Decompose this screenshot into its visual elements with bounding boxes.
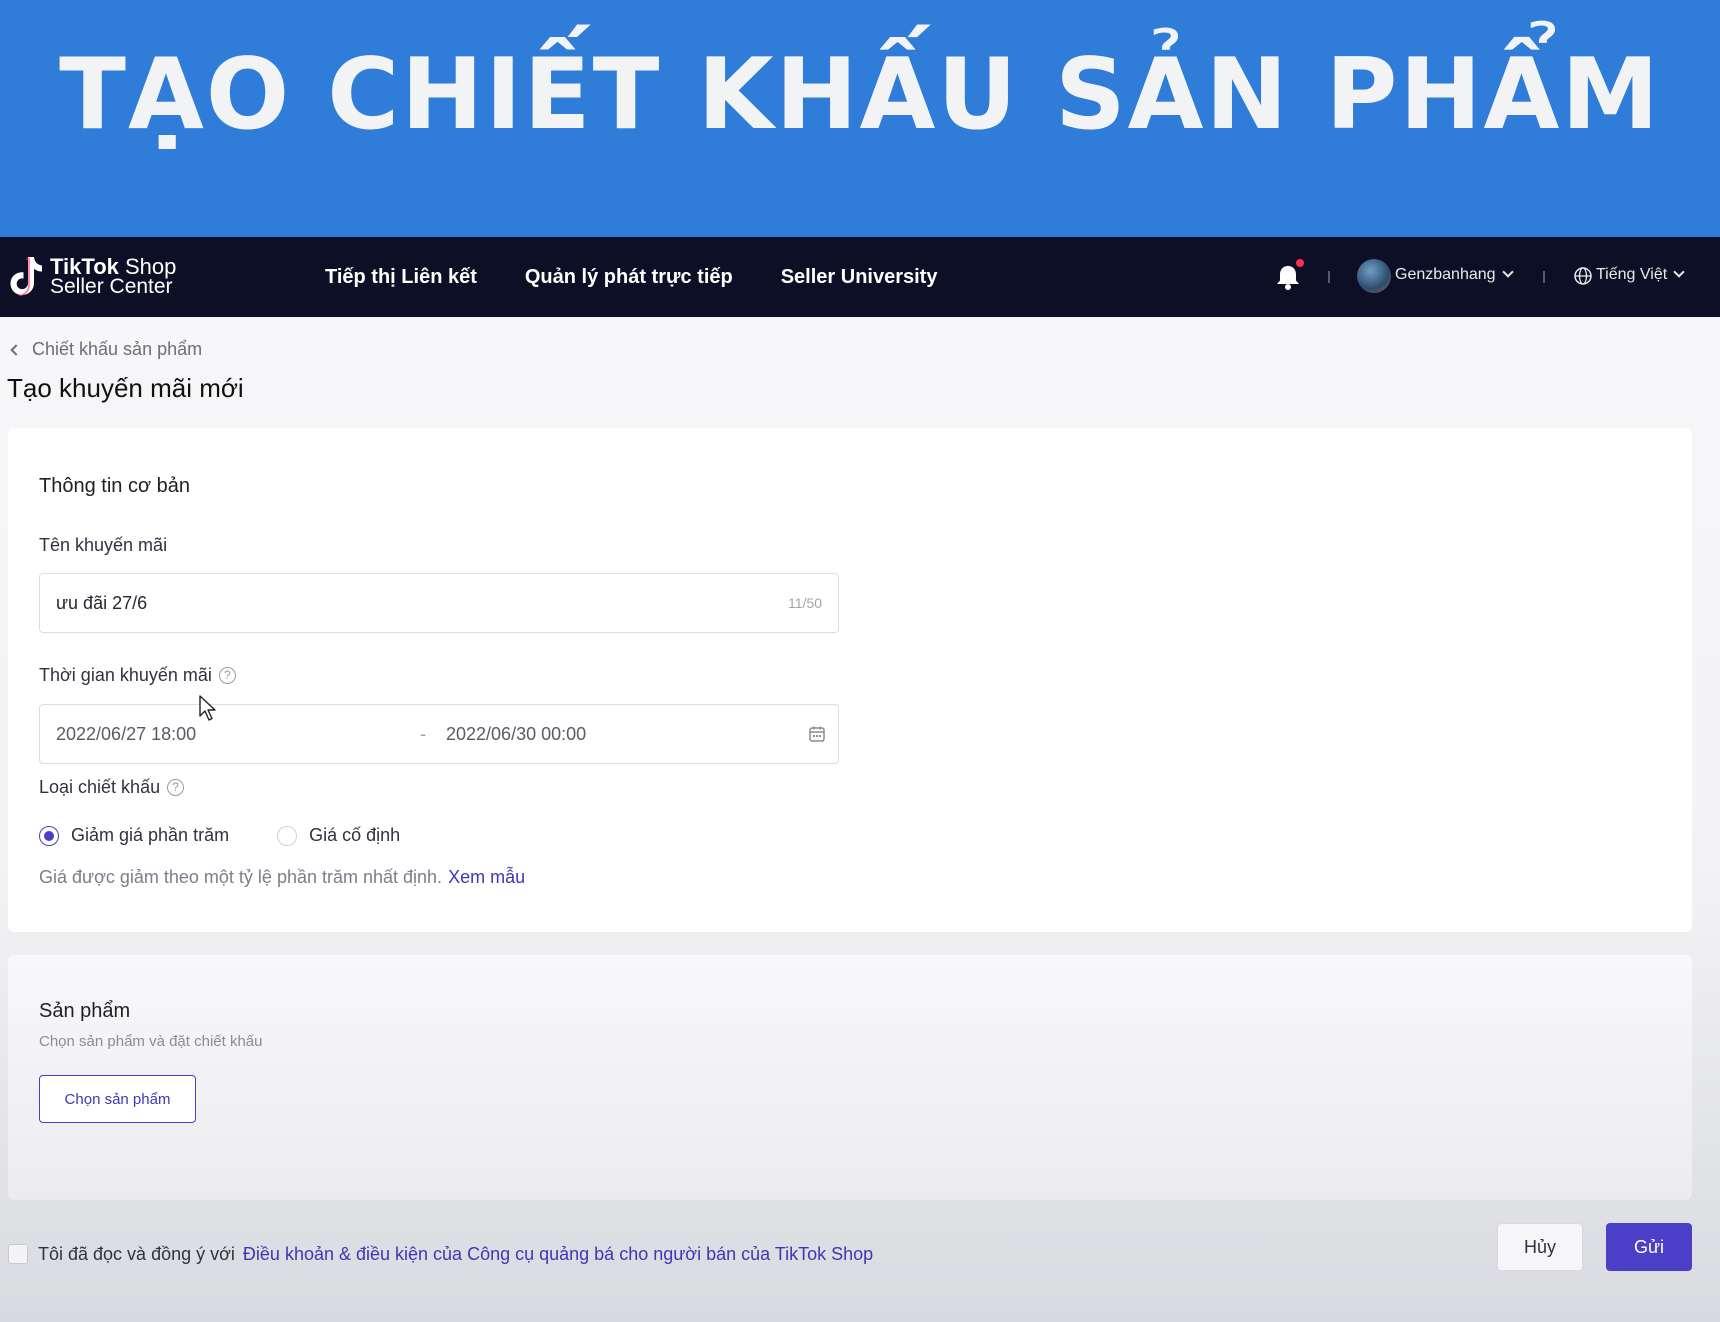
logo-subtitle: Seller Center	[50, 275, 173, 298]
title-banner: TẠO CHIẾT KHẤU SẢN PHẨM	[0, 0, 1720, 237]
terms-text: Tôi đã đọc và đồng ý với	[38, 1244, 235, 1264]
discount-type-radio-group: Giảm giá phần trăm Giá cố định	[39, 825, 400, 846]
submit-button[interactable]: Gửi	[1606, 1223, 1692, 1271]
globe-icon	[1574, 267, 1592, 285]
promotion-time-label-text: Thời gian khuyến mãi	[39, 665, 212, 685]
radio-percentage-discount[interactable]: Giảm giá phần trăm	[39, 825, 229, 846]
discount-type-label: Loại chiết khấu ?	[39, 777, 185, 798]
end-date[interactable]: 2022/06/30 00:00	[446, 724, 586, 745]
form-footer: Tôi đã đọc và đồng ý với Điều khoản & điề…	[0, 1217, 1720, 1287]
chevron-left-icon	[10, 343, 22, 356]
nav-link-live-management[interactable]: Quản lý phát trực tiếp	[525, 266, 733, 289]
radio-label-percentage: Giảm giá phần trăm	[71, 825, 230, 845]
promotion-name-label: Tên khuyến mãi	[39, 535, 168, 555]
radio-button-checked[interactable]	[39, 825, 59, 846]
products-title: Sản phẩm	[39, 1000, 131, 1022]
nav-divider	[1328, 271, 1330, 283]
char-counter: 11/50	[788, 595, 822, 611]
help-icon[interactable]: ?	[167, 779, 185, 796]
breadcrumb-label: Chiết khấu sản phẩm	[32, 339, 203, 359]
chevron-down-icon	[1501, 266, 1514, 278]
help-icon[interactable]: ?	[218, 667, 236, 684]
breadcrumb[interactable]: Chiết khấu sản phẩm	[10, 339, 203, 360]
username: Genzbanhang	[1395, 266, 1496, 283]
products-description: Chọn sản phẩm và đặt chiết khấu	[39, 1033, 263, 1050]
view-sample-link[interactable]: Xem mẫu	[448, 867, 525, 887]
avatar[interactable]	[1357, 259, 1391, 293]
language-label: Tiếng Việt	[1596, 266, 1668, 283]
calendar-icon[interactable]	[808, 725, 826, 743]
nav-link-seller-university[interactable]: Seller University	[781, 266, 938, 289]
notification-dot	[1296, 259, 1304, 267]
nav-links: Tiếp thị Liên kết Quản lý phát trực tiếp…	[325, 237, 937, 317]
page-content: Chiết khấu sản phẩm Tạo khuyến mãi mới T…	[0, 317, 1720, 1322]
discount-hint: Giá được giảm theo một tỷ lệ phần trăm n…	[39, 867, 525, 888]
cancel-button[interactable]: Hủy	[1497, 1223, 1583, 1271]
discount-hint-text: Giá được giảm theo một tỷ lệ phần trăm n…	[39, 867, 443, 887]
start-date[interactable]: 2022/06/27 18:00	[56, 724, 196, 745]
radio-button[interactable]	[277, 825, 298, 846]
promotion-name-value: ưu đãi 27/6	[56, 593, 148, 613]
page-title: Tạo khuyến mãi mới	[7, 373, 244, 403]
basic-info-card: Thông tin cơ bản Tên khuyến mãi ưu đãi 2…	[8, 428, 1692, 932]
basic-info-title: Thông tin cơ bản	[39, 475, 190, 497]
tiktok-logo-icon	[10, 257, 42, 297]
terms-checkbox[interactable]	[8, 1244, 28, 1264]
mouse-cursor-icon	[199, 695, 216, 721]
tiktok-shop-logo[interactable]: TikTok Shop Seller Center	[6, 253, 176, 301]
language-selector[interactable]: Tiếng Việt	[1596, 266, 1685, 284]
promotion-name-input[interactable]: ưu đãi 27/6 11/50	[39, 573, 839, 633]
radio-fixed-price[interactable]: Giá cố định	[277, 825, 400, 846]
top-navigation-bar: TikTok Shop Seller Center Tiếp thị Liên …	[0, 237, 1720, 317]
bell-icon[interactable]	[1275, 263, 1301, 291]
date-range-picker[interactable]: 2022/06/27 18:00 - 2022/06/30 00:00	[39, 704, 839, 764]
date-separator: -	[420, 724, 426, 744]
discount-type-label-text: Loại chiết khấu	[39, 777, 161, 797]
nav-link-affiliate[interactable]: Tiếp thị Liên kết	[325, 266, 477, 289]
terms-link[interactable]: Điều khoản & điều kiện của Công cụ quảng…	[243, 1244, 873, 1264]
nav-divider	[1543, 271, 1545, 283]
banner-title: TẠO CHIẾT KHẤU SẢN PHẨM	[59, 38, 1661, 152]
account-menu[interactable]: Genzbanhang	[1395, 266, 1514, 284]
chevron-down-icon	[1673, 266, 1685, 278]
products-card: Sản phẩm Chọn sản phẩm và đặt chiết khấu…	[8, 955, 1692, 1200]
choose-products-button[interactable]: Chọn sản phẩm	[39, 1075, 196, 1123]
terms-agreement: Tôi đã đọc và đồng ý với Điều khoản & điề…	[38, 1244, 873, 1265]
radio-label-fixed: Giá cố định	[309, 825, 401, 845]
promotion-time-label: Thời gian khuyến mãi ?	[39, 665, 236, 686]
